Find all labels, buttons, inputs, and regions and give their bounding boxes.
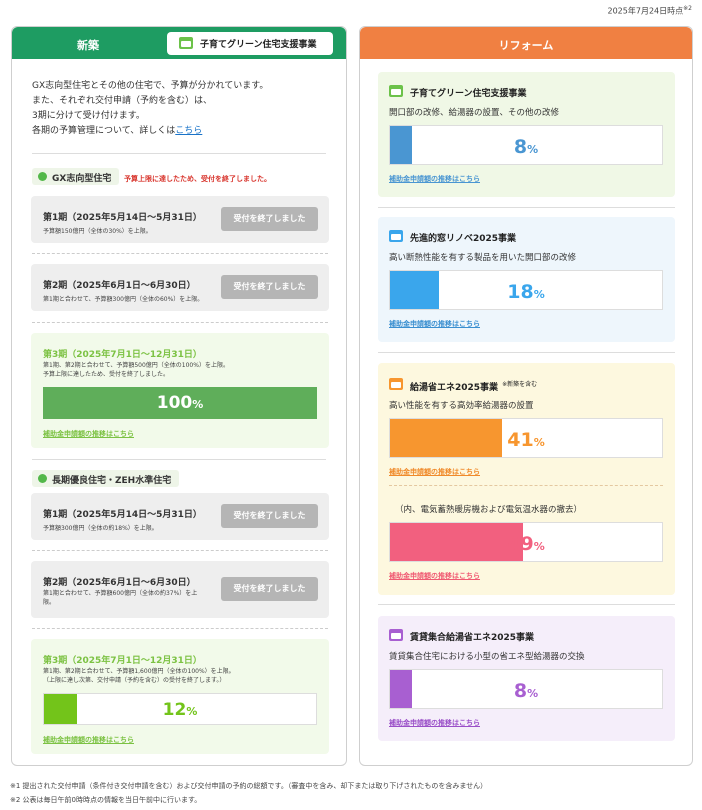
water-heater-icon bbox=[389, 378, 403, 390]
window-progress-bar: 18% bbox=[389, 270, 663, 310]
footnote-2: ※2 公表は毎日午前0時時点の情報を当日午前中に行います。 bbox=[10, 796, 202, 804]
zeh-history-link[interactable]: 補助金申請額の推移はこちら bbox=[43, 735, 134, 745]
gx-progress-bar: 100% bbox=[43, 387, 317, 419]
section-gx: GX志向型住宅 bbox=[32, 168, 120, 185]
gx-period-3-card: 第3期（2025年7月1日〜12月31日） 第1期、第2期と合わせて、予算額50… bbox=[31, 333, 329, 448]
reform-card-window: 先進的窓リノベ2025事業 高い断熱性能を有する製品を用いた開口部の改修 18%… bbox=[378, 217, 675, 342]
rental-progress-bar: 8% bbox=[389, 669, 663, 709]
program-tab-label: 子育てグリーン住宅支援事業 bbox=[200, 40, 317, 50]
reform-card-kosodate: 子育てグリーン住宅支援事業 開口部の改修、給湯器の設置、その他の改修 8% 補助… bbox=[378, 72, 675, 197]
zeh-period-1-card: 第1期（2025年5月14日〜5月31日） 予算額300億円（全体の約18%）を… bbox=[31, 493, 329, 540]
section-zeh: 長期優良住宅・ZEH水準住宅 bbox=[32, 470, 180, 487]
closed-button[interactable]: 受付を終了しました bbox=[221, 275, 318, 299]
gx-history-link[interactable]: 補助金申請額の推移はこちら bbox=[43, 429, 134, 439]
electric-removal-progress-bar: 49% bbox=[389, 522, 663, 562]
new-build-header: 新築 子育てグリーン住宅支援事業 bbox=[12, 27, 346, 59]
house-icon bbox=[179, 37, 193, 49]
closed-button[interactable]: 受付を終了しました bbox=[221, 504, 318, 528]
water-heater-progress-bar: 41% bbox=[389, 418, 663, 458]
apartment-icon bbox=[389, 629, 403, 641]
closed-button[interactable]: 受付を終了しました bbox=[221, 207, 318, 231]
new-build-title: 新築 bbox=[77, 39, 99, 52]
as-of-date: 2025年7月24日時点※2 bbox=[607, 5, 693, 16]
window-history-link[interactable]: 補助金申請額の推移はこちら bbox=[389, 319, 480, 329]
water-heater-history-link[interactable]: 補助金申請額の推移はこちら bbox=[389, 467, 480, 477]
details-link[interactable]: こちら bbox=[175, 126, 202, 136]
reform-header: リフォーム bbox=[360, 27, 692, 59]
window-icon bbox=[389, 230, 403, 242]
electric-removal-history-link[interactable]: 補助金申請額の推移はこちら bbox=[389, 571, 480, 581]
rental-history-link[interactable]: 補助金申請額の推移はこちら bbox=[389, 718, 480, 728]
zeh-period-2-card: 第2期（2025年6月1日〜6月30日） 第1期と合わせて、予算額600億円（全… bbox=[31, 561, 329, 618]
gx-period-1-card: 第1期（2025年5月14日〜5月31日） 予算額150億円（全体の30%）を上… bbox=[31, 196, 329, 243]
closed-button[interactable]: 受付を終了しました bbox=[221, 577, 318, 601]
gx-period-2-card: 第2期（2025年6月1日〜6月30日） 第1期と合わせて、予算額300億円（全… bbox=[31, 264, 329, 311]
kosodate-history-link[interactable]: 補助金申請額の推移はこちら bbox=[389, 174, 480, 184]
reform-title: リフォーム bbox=[498, 39, 554, 52]
reform-panel: リフォーム 子育てグリーン住宅支援事業 開口部の改修、給湯器の設置、その他の改修… bbox=[359, 26, 693, 766]
program-tab[interactable]: 子育てグリーン住宅支援事業 bbox=[167, 32, 333, 55]
house-icon bbox=[389, 85, 403, 97]
zeh-period-3-card: 第3期（2025年7月1日〜12月31日） 第1期、第2期と合わせて、予算額1,… bbox=[31, 639, 329, 754]
reform-card-rental: 賃貸集合給湯省エネ2025事業 賃貸集合住宅における小型の省エネ型給湯器の交換 … bbox=[378, 616, 675, 741]
kosodate-progress-bar: 8% bbox=[389, 125, 663, 165]
reform-card-water-heater: 給湯省エネ2025事業 ※新築を含む 高い性能を有する高効率給湯器の設置 41% … bbox=[378, 363, 675, 595]
intro-text: GX志向型住宅とその他の住宅で、予算が分かれています。 また、それぞれ交付申請（… bbox=[32, 81, 269, 136]
zeh-progress-bar: 12% bbox=[43, 693, 317, 725]
new-build-panel: 新築 子育てグリーン住宅支援事業 GX志向型住宅とその他の住宅で、予算が分かれて… bbox=[11, 26, 347, 766]
footnote-1: ※1 提出された交付申請（条件付き交付申請を含む）および交付申請の予約の総額です… bbox=[10, 782, 488, 790]
gx-closed-notice: 予算上限に達したため、受付を終了しました。 bbox=[124, 175, 271, 183]
divider bbox=[32, 153, 326, 154]
